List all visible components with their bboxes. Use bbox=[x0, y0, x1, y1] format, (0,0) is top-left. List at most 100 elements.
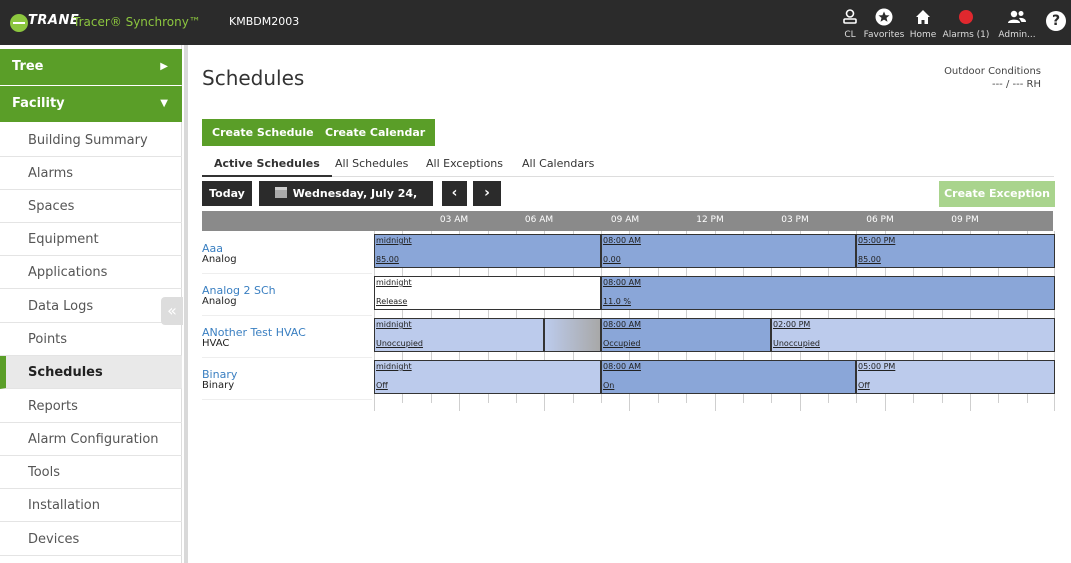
schedule-tabs: Active Schedules All Schedules All Excep… bbox=[202, 152, 1054, 177]
segment-start-time[interactable]: 08:00 AM bbox=[603, 320, 641, 329]
hour-label: 09 AM bbox=[610, 215, 640, 225]
segment-value[interactable]: 0.00 bbox=[603, 255, 621, 264]
nav-user[interactable]: CL bbox=[838, 0, 862, 45]
schedule-segment[interactable]: 08:00 AM Occupied bbox=[601, 318, 771, 352]
top-bar: TRANE Tracer® Synchrony™ KMBDM2003 CL Fa… bbox=[0, 0, 1071, 45]
create-exception-button[interactable]: Create Exception bbox=[939, 181, 1055, 207]
hour-label: 09 PM bbox=[951, 215, 979, 225]
schedule-row-label: Analog 2 SCh Analog bbox=[202, 275, 372, 316]
tab-active-schedules[interactable]: Active Schedules bbox=[202, 157, 332, 177]
hour-label: 06 AM bbox=[524, 215, 554, 225]
schedule-segment[interactable]: 05:00 PM Off bbox=[856, 360, 1055, 394]
sidebar-item-alarms[interactable]: Alarms bbox=[0, 157, 182, 190]
product-name: Tracer® Synchrony™ bbox=[73, 15, 201, 29]
schedule-row-label: ANother Test HVAC HVAC bbox=[202, 317, 372, 358]
schedule-timeline-grid: midnight 85.00 08:00 AM 0.00 05:00 PM 85.00 mi… bbox=[374, 231, 1055, 411]
hour-label: 03 PM bbox=[781, 215, 809, 225]
segment-start-time[interactable]: midnight bbox=[376, 362, 412, 371]
segment-value[interactable]: 85.00 bbox=[858, 255, 881, 264]
hour-label: 06 PM bbox=[866, 215, 894, 225]
segment-value[interactable]: Unoccupied bbox=[376, 339, 423, 348]
outdoor-conditions: Outdoor Conditions --- / --- RH bbox=[944, 66, 1041, 90]
tab-all-calendars[interactable]: All Calendars bbox=[522, 157, 594, 170]
schedule-type: Binary bbox=[202, 380, 235, 391]
tab-all-schedules[interactable]: All Schedules bbox=[335, 157, 408, 170]
segment-start-time[interactable]: 02:00 PM bbox=[773, 320, 810, 329]
schedule-type: HVAC bbox=[202, 338, 230, 349]
create-calendar-button[interactable]: Create Calendar bbox=[315, 119, 436, 146]
schedule-type: Analog bbox=[202, 254, 237, 265]
segment-value[interactable]: Release bbox=[376, 297, 407, 306]
schedule-segment[interactable]: 02:00 PM Unoccupied bbox=[771, 318, 1055, 352]
sidebar-item-installation[interactable]: Installation bbox=[0, 489, 182, 522]
schedule-segment[interactable]: midnight 85.00 bbox=[374, 234, 601, 268]
schedule-row-label: Binary Binary bbox=[202, 359, 372, 400]
sidebar-item-equipment[interactable]: Equipment bbox=[0, 223, 182, 256]
schedule-type: Analog bbox=[202, 296, 237, 307]
alarm-icon bbox=[958, 8, 974, 26]
sidebar-item-reports[interactable]: Reports bbox=[0, 390, 182, 423]
segment-start-time[interactable]: 08:00 AM bbox=[603, 362, 641, 371]
sidebar-item-points[interactable]: Points bbox=[0, 323, 182, 356]
hour-label: 12 PM bbox=[696, 215, 724, 225]
sidebar: Tree ▶ Facility ▼ Building Summary Alarm… bbox=[0, 45, 182, 563]
calendar-icon bbox=[274, 187, 287, 198]
segment-value[interactable]: Off bbox=[858, 381, 870, 390]
segment-start-time[interactable]: midnight bbox=[376, 236, 412, 245]
schedule-segment[interactable]: 08:00 AM 11.0 % bbox=[601, 276, 1055, 310]
schedule-row-label: Aaa Analog bbox=[202, 233, 372, 274]
sidebar-item-devices[interactable]: Devices bbox=[0, 523, 182, 556]
nav-home[interactable]: Home bbox=[908, 0, 938, 45]
collapse-sidebar-button[interactable]: « bbox=[161, 297, 183, 325]
star-icon bbox=[875, 8, 893, 26]
brand-name: TRANE bbox=[28, 13, 80, 28]
schedule-segment[interactable]: midnight Unoccupied bbox=[374, 318, 544, 352]
segment-value[interactable]: Off bbox=[376, 381, 388, 390]
sidebar-item-building-summary[interactable]: Building Summary bbox=[0, 124, 182, 157]
users-icon bbox=[1007, 8, 1027, 26]
sidebar-item-applications[interactable]: Applications bbox=[0, 256, 182, 289]
previous-day-button[interactable]: ‹ bbox=[442, 181, 467, 206]
chevron-down-icon: ▼ bbox=[160, 98, 168, 109]
segment-start-time[interactable]: 08:00 AM bbox=[603, 278, 641, 287]
nav-favorites[interactable]: Favorites bbox=[862, 0, 906, 45]
help-icon[interactable]: ? bbox=[1046, 11, 1066, 31]
sidebar-group-facility[interactable]: Facility ▼ bbox=[0, 86, 182, 122]
schedule-segment[interactable]: midnight Off bbox=[374, 360, 601, 394]
segment-value[interactable]: 85.00 bbox=[376, 255, 399, 264]
sidebar-item-schedules[interactable]: Schedules bbox=[0, 356, 182, 389]
site-name[interactable]: KMBDM2003 bbox=[229, 15, 299, 28]
sidebar-item-tools[interactable]: Tools bbox=[0, 456, 182, 489]
segment-start-time[interactable]: 05:00 PM bbox=[858, 362, 895, 371]
user-icon bbox=[843, 8, 857, 26]
home-icon bbox=[915, 8, 931, 26]
sidebar-group-tree[interactable]: Tree ▶ bbox=[0, 49, 182, 85]
nav-alarms[interactable]: Alarms (1) bbox=[940, 0, 992, 45]
sidebar-item-spaces[interactable]: Spaces bbox=[0, 190, 182, 223]
segment-start-time[interactable]: midnight bbox=[376, 320, 412, 329]
segment-start-time[interactable]: 05:00 PM bbox=[858, 236, 895, 245]
sidebar-item-alarm-configuration[interactable]: Alarm Configuration bbox=[0, 423, 182, 456]
schedule-segment[interactable]: 08:00 AM On bbox=[601, 360, 856, 394]
schedule-segment[interactable]: midnight Release bbox=[374, 276, 601, 310]
today-button[interactable]: Today bbox=[202, 181, 252, 206]
chevron-right-icon: ▶ bbox=[160, 61, 168, 72]
create-schedule-button[interactable]: Create Schedule bbox=[202, 119, 324, 146]
segment-value[interactable]: Occupied bbox=[603, 339, 640, 348]
segment-value[interactable]: 11.0 % bbox=[603, 297, 631, 306]
tab-all-exceptions[interactable]: All Exceptions bbox=[426, 157, 503, 170]
segment-start-time[interactable]: midnight bbox=[376, 278, 412, 287]
schedule-segment[interactable]: 05:00 PM 85.00 bbox=[856, 234, 1055, 268]
main-content: Schedules Outdoor Conditions --- / --- R… bbox=[188, 45, 1071, 563]
sidebar-item-data-logs[interactable]: Data Logs bbox=[0, 290, 182, 323]
segment-start-time[interactable]: 08:00 AM bbox=[603, 236, 641, 245]
date-picker-button[interactable]: Wednesday, July 24, 2019 bbox=[259, 181, 433, 225]
segment-value[interactable]: On bbox=[603, 381, 614, 390]
page-title: Schedules bbox=[202, 66, 305, 90]
nav-admin[interactable]: Admin... bbox=[996, 0, 1038, 45]
hour-label: 03 AM bbox=[439, 215, 469, 225]
schedule-segment[interactable] bbox=[544, 318, 601, 352]
next-day-button[interactable]: › bbox=[473, 181, 501, 206]
segment-value[interactable]: Unoccupied bbox=[773, 339, 820, 348]
schedule-segment[interactable]: 08:00 AM 0.00 bbox=[601, 234, 856, 268]
